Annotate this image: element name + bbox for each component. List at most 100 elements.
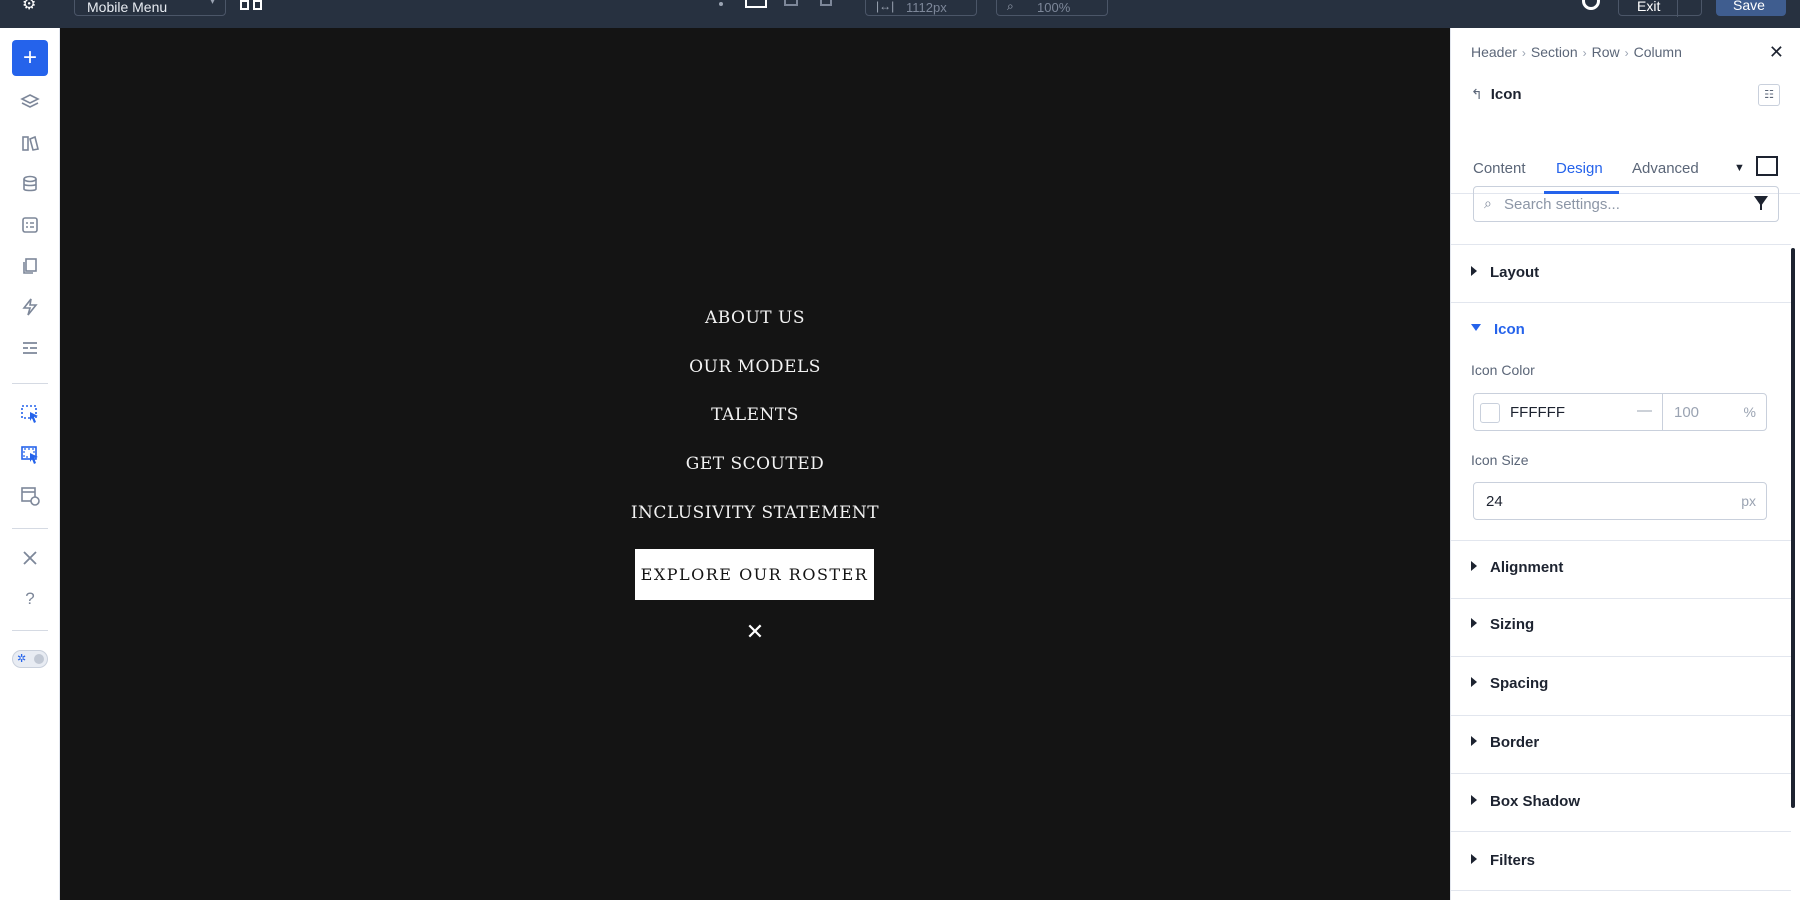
icon-size-field: 24 px: [1473, 482, 1767, 520]
section-divider: [1451, 831, 1791, 832]
box-view-icon[interactable]: [1756, 156, 1778, 176]
exit-label: Exit: [1637, 0, 1661, 14]
breadcrumb-header[interactable]: Header: [1471, 44, 1517, 60]
form-icon[interactable]: [12, 207, 48, 243]
element-options-icon[interactable]: ☷: [1758, 84, 1780, 106]
section-divider: [1451, 773, 1791, 774]
close-panel-icon[interactable]: ✕: [1769, 42, 1784, 63]
history-icon[interactable]: [1582, 0, 1600, 10]
section-sizing[interactable]: Sizing: [1471, 616, 1534, 633]
color-swatch[interactable]: [1480, 403, 1500, 423]
left-rail: + ? ✲: [0, 28, 60, 900]
section-label: Icon: [1494, 321, 1525, 338]
add-icon[interactable]: +: [12, 40, 48, 76]
section-alignment[interactable]: Alignment: [1471, 559, 1563, 576]
icon-size-unit[interactable]: px: [1741, 493, 1756, 509]
lightning-icon[interactable]: [12, 289, 48, 325]
tools-icon[interactable]: [12, 540, 48, 576]
caret-down-icon: [1471, 324, 1481, 331]
caret-right-icon: [1471, 736, 1477, 746]
layers-icon[interactable]: [12, 84, 48, 120]
search-input[interactable]: [1504, 194, 1734, 214]
zoom-icon: ⌕: [1007, 0, 1014, 13]
chevron-right-icon: ›: [1624, 46, 1629, 60]
icon-color-hex-input[interactable]: FFFFFF: [1510, 404, 1565, 421]
menu-item-about-us[interactable]: ABOUT US: [60, 308, 1450, 328]
color-dash: —: [1637, 402, 1652, 419]
zoom-value: 100%: [1037, 0, 1071, 15]
rail-divider: [12, 383, 48, 384]
element-name: Icon: [1490, 86, 1522, 103]
caret-right-icon: [1471, 677, 1477, 687]
gear-icon[interactable]: ⚙: [22, 0, 36, 14]
panel-tabs: Content Design Advanced ▼: [1451, 128, 1800, 194]
section-label: Layout: [1490, 264, 1540, 281]
zoom-field[interactable]: ⌕ 100%: [996, 0, 1108, 16]
caret-right-icon: [1471, 854, 1477, 864]
section-label: Sizing: [1490, 616, 1535, 633]
section-filters[interactable]: Filters: [1471, 852, 1535, 869]
section-box-shadow[interactable]: Box Shadow: [1471, 793, 1580, 810]
section-icon[interactable]: Icon: [1471, 321, 1525, 338]
theme-toggle[interactable]: ✲: [12, 650, 48, 668]
breadcrumb-section[interactable]: Section: [1531, 44, 1578, 60]
caret-right-icon: [1471, 618, 1477, 628]
menu-item-talents[interactable]: TALENTS: [60, 405, 1450, 425]
explore-roster-button[interactable]: EXPLORE OUR ROSTER: [635, 549, 874, 600]
caret-right-icon: [1471, 795, 1477, 805]
top-toolbar: ⚙ Mobile Menu ▾ |↔| 1112px ⌕ 100% Exit S…: [0, 0, 1800, 28]
section-divider: [1451, 598, 1791, 599]
section-divider: [1451, 890, 1791, 891]
caret-right-icon: [1471, 266, 1477, 276]
rail-divider: [12, 630, 48, 631]
tab-advanced[interactable]: Advanced: [1632, 160, 1699, 177]
back-arrow-icon[interactable]: ↰: [1471, 86, 1483, 102]
menu-select[interactable]: Mobile Menu ▾: [74, 0, 226, 16]
menu-select-value: Mobile Menu: [87, 0, 168, 15]
icon-opacity-input[interactable]: 100: [1674, 404, 1699, 421]
settings-search: ⌕: [1473, 186, 1779, 222]
list-icon[interactable]: [12, 330, 48, 366]
panel-scrollbar[interactable]: [1791, 248, 1795, 808]
section-label: Filters: [1490, 852, 1536, 869]
toggle-knob: [34, 654, 44, 664]
menu-item-our-models[interactable]: OUR MODELS: [60, 357, 1450, 377]
pages-icon[interactable]: [12, 248, 48, 284]
field-divider: [1662, 394, 1663, 430]
desktop-view-icon[interactable]: [745, 0, 767, 8]
library-icon[interactable]: [12, 125, 48, 161]
save-button[interactable]: Save: [1716, 0, 1786, 16]
tablet-view-icon[interactable]: [784, 0, 798, 6]
breadcrumb-row[interactable]: Row: [1592, 44, 1620, 60]
builder-canvas[interactable]: ABOUT US OUR MODELS TALENTS GET SCOUTED …: [60, 28, 1450, 900]
save-label: Save: [1733, 0, 1765, 13]
section-divider: [1451, 244, 1791, 245]
multi-select-icon[interactable]: [12, 437, 48, 473]
section-label: Border: [1490, 734, 1540, 751]
preview-icon[interactable]: [12, 478, 48, 514]
help-icon[interactable]: ?: [12, 581, 48, 617]
section-layout[interactable]: Layout: [1471, 264, 1539, 281]
section-border[interactable]: Border: [1471, 734, 1539, 751]
section-label: Alignment: [1490, 559, 1564, 576]
filter-icon[interactable]: [1754, 196, 1768, 210]
tab-content[interactable]: Content: [1473, 160, 1526, 177]
icon-color-field: FFFFFF — 100 %: [1473, 393, 1767, 431]
breadcrumb-column[interactable]: Column: [1634, 44, 1682, 60]
section-spacing[interactable]: Spacing: [1471, 675, 1548, 692]
chevron-right-icon: ›: [1582, 46, 1587, 60]
width-field[interactable]: |↔| 1112px: [865, 0, 977, 16]
menu-item-get-scouted[interactable]: GET SCOUTED: [60, 454, 1450, 474]
caret-down-icon[interactable]: ▼: [1734, 162, 1745, 174]
width-value: 1112px: [906, 0, 947, 15]
exit-button[interactable]: Exit: [1618, 0, 1702, 17]
phone-view-icon[interactable]: [820, 0, 832, 6]
section-label: Spacing: [1490, 675, 1549, 692]
select-tool-icon[interactable]: [12, 396, 48, 432]
tab-design[interactable]: Design: [1556, 160, 1603, 177]
close-icon[interactable]: ✕: [743, 620, 767, 644]
menu-item-inclusivity-statement[interactable]: INCLUSIVITY STATEMENT: [60, 503, 1450, 523]
database-icon[interactable]: [12, 166, 48, 202]
icon-size-input[interactable]: 24: [1486, 493, 1503, 510]
grid-icon[interactable]: [240, 0, 262, 12]
